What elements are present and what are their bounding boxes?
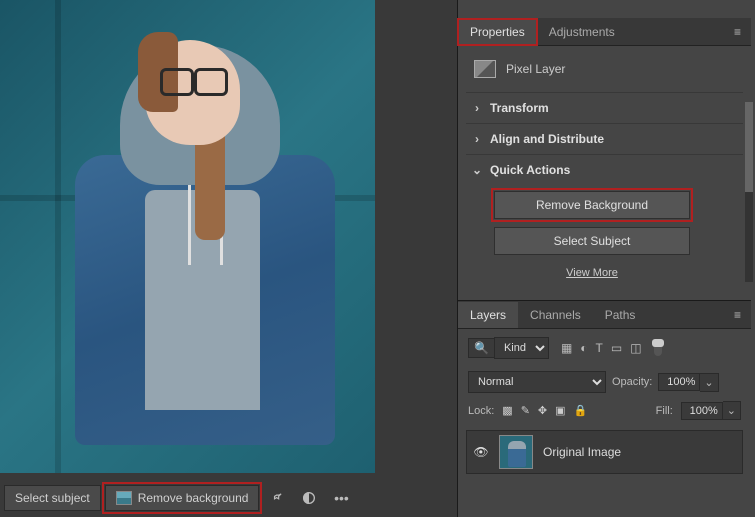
chevron-right-icon: › [472,101,482,115]
remove-background-label: Remove background [138,491,249,505]
pixel-layer-icon [474,60,496,78]
chevron-right-icon: › [472,132,482,146]
visibility-eye-icon[interactable]: 👁 [473,445,489,459]
quick-actions-body: Remove Background Select Subject View Mo… [466,185,743,293]
right-panel-group: Properties Adjustments ≡ Pixel Layer › T… [457,0,755,517]
section-transform[interactable]: › Transform [466,92,743,123]
section-quick-actions[interactable]: ⌄ Quick Actions [466,154,743,185]
panel-menu-icon[interactable]: ≡ [724,25,751,39]
canvas[interactable] [0,0,375,473]
lock-artboard-icon[interactable]: ▣ [555,404,565,417]
layers-panel: Layers Channels Paths ≡ 🔍 Kind ▦ ◐ T ▭ ◫ [458,300,751,517]
layers-tab-bar: Layers Channels Paths ≡ [458,301,751,329]
layer-list: 👁 Original Image [466,430,743,474]
tab-layers[interactable]: Layers [458,302,518,328]
filter-toggle[interactable] [654,340,662,356]
layer-type-row: Pixel Layer [466,56,743,92]
image-icon [116,491,132,505]
lock-all-icon[interactable]: 🔒 [574,404,588,417]
tab-channels[interactable]: Channels [518,302,593,328]
filter-pixel-icon[interactable]: ▦ [561,341,572,355]
contextual-task-bar: Select subject Remove background ••• [0,483,395,513]
filter-shape-icon[interactable]: ▭ [611,341,622,355]
layer-type-label: Pixel Layer [506,62,565,76]
layer-filter-row: 🔍 Kind ▦ ◐ T ▭ ◫ [458,329,751,367]
scrollbar[interactable] [745,102,753,282]
layer-name[interactable]: Original Image [543,445,621,459]
filter-adjust-icon[interactable]: ◐ [580,341,587,355]
tab-properties[interactable]: Properties [458,19,537,45]
chevron-down-icon: ⌄ [472,163,482,177]
lock-transparency-icon[interactable]: ▩ [502,404,512,417]
qa-remove-background-button[interactable]: Remove Background [494,191,690,219]
ellipse-mask-icon[interactable] [295,485,323,511]
remove-background-button[interactable]: Remove background [105,485,260,511]
view-more-link[interactable]: View More [494,263,690,283]
filter-type-icon[interactable]: T [596,341,603,355]
lock-label: Lock: [468,405,494,417]
panel-menu-icon[interactable]: ≡ [724,308,751,322]
properties-tab-bar: Properties Adjustments ≡ [458,18,751,46]
lock-row: Lock: ▩ ✎ ✥ ▣ 🔒 Fill: ⌄ [458,397,751,424]
select-subject-button[interactable]: Select subject [4,485,101,511]
canvas-image [0,0,375,473]
lock-brush-icon[interactable]: ✎ [521,404,530,417]
opacity-label: Opacity: [612,376,652,388]
scrollbar-thumb[interactable] [745,102,753,192]
tab-paths[interactable]: Paths [593,302,648,328]
fill-input[interactable] [681,402,723,420]
tab-adjustments[interactable]: Adjustments [537,19,627,45]
lock-move-icon[interactable]: ✥ [538,404,547,417]
layer-item[interactable]: 👁 Original Image [466,430,743,474]
fill-label: Fill: [656,405,673,417]
search-icon: 🔍 [468,338,494,358]
pin-icon[interactable] [263,485,291,511]
more-icon[interactable]: ••• [327,485,355,511]
blend-mode-row: Normal Opacity: ⌄ [458,367,751,397]
section-align-distribute[interactable]: › Align and Distribute [466,123,743,154]
qa-select-subject-button[interactable]: Select Subject [494,227,690,255]
properties-panel: Properties Adjustments ≡ Pixel Layer › T… [458,18,751,303]
filter-smart-icon[interactable]: ◫ [630,341,641,355]
document-area: Select subject Remove background ••• [0,0,395,517]
opacity-stepper[interactable]: ⌄ [700,373,718,392]
filter-kind-select[interactable]: Kind [494,337,549,359]
layer-thumbnail[interactable] [499,435,533,469]
fill-stepper[interactable]: ⌄ [723,401,741,420]
opacity-input[interactable] [658,373,700,391]
blend-mode-select[interactable]: Normal [468,371,606,393]
